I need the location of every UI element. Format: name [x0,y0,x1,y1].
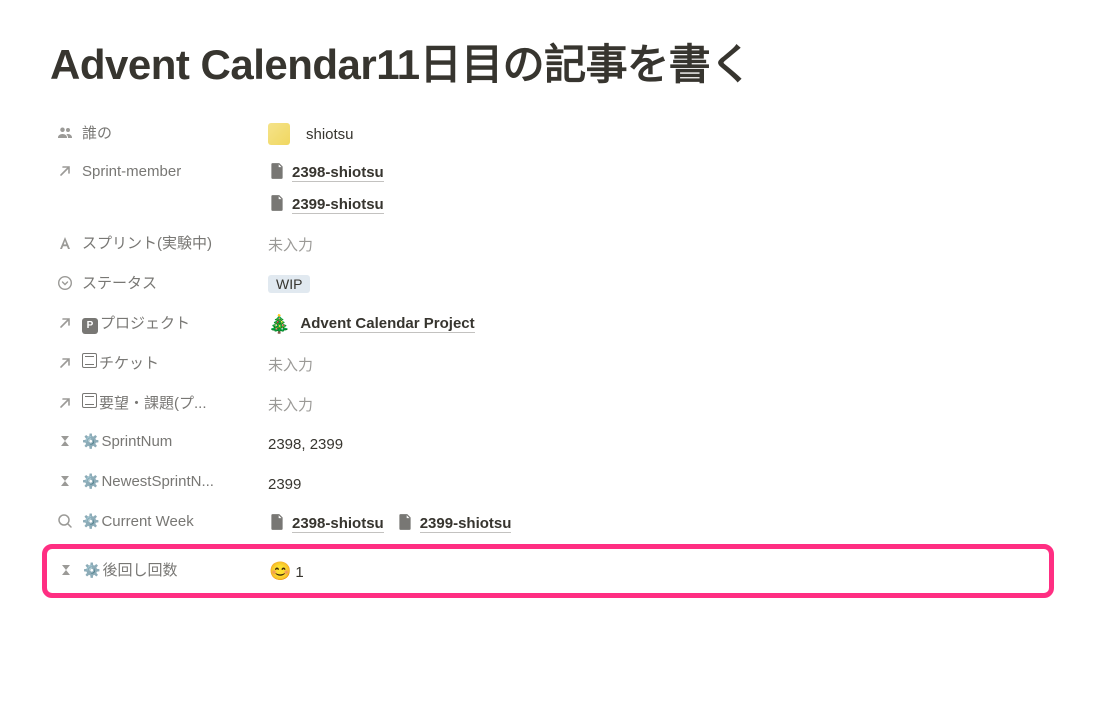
postpone-count: 1 [295,564,303,581]
page-ref-text: Advent Calendar Project [300,315,474,333]
relation-arrow-icon [56,394,74,412]
prop-row-request: 要望・課題(プ... 未入力 [50,384,1046,424]
status-badge: WIP [268,275,310,293]
prop-label-project[interactable]: Pプロジェクト [50,310,260,336]
page-icon [268,162,286,184]
page-icon [396,513,414,535]
prop-label-text: ステータス [82,272,157,293]
prop-value-sprint-member[interactable]: 2398-shiotsu 2399-shiotsu [260,160,1046,218]
prop-value-project[interactable]: 🎄 Advent Calendar Project [260,310,1046,338]
prop-value-current-week[interactable]: 2398-shiotsu 2399-shiotsu [260,510,1046,538]
properties-list: 誰の shiotsu Sprint-member 2398-shiotsu 23… [50,114,1046,598]
prop-label-status[interactable]: ステータス [50,270,260,295]
text-icon [56,234,74,252]
prop-value-ticket[interactable]: 未入力 [260,350,1046,378]
highlight-annotation: ⚙️後回し回数 😊1 [42,544,1054,598]
prop-label-text: スプリント(実験中) [82,232,212,253]
prop-row-owner: 誰の shiotsu [50,114,1046,154]
prop-label-text: Pプロジェクト [82,312,190,334]
prop-label-newest-sprint[interactable]: ⚙️NewestSprintN... [50,470,260,492]
page-icon [268,513,286,535]
page-ref-text: 2398-shiotsu [292,164,384,182]
prop-label-current-week[interactable]: ⚙️Current Week [50,510,260,532]
prop-row-sprint-member: Sprint-member 2398-shiotsu 2399-shiotsu [50,154,1046,224]
prop-value-postpone[interactable]: 😊1 [261,557,1045,585]
prop-label-text: チケット [82,352,159,373]
page-ref-text: 2399-shiotsu [292,196,384,214]
page-ref-text: 2399-shiotsu [420,515,512,533]
prop-row-sprintnum: ⚙️SprintNum 2398, 2399 [50,424,1046,464]
relation-arrow-icon [56,354,74,372]
list-icon [82,353,97,368]
rollup-icon [56,512,74,530]
tree-icon: 🎄 [268,314,290,335]
prop-label-ticket[interactable]: チケット [50,350,260,375]
prop-label-request[interactable]: 要望・課題(プ... [50,390,260,415]
relation-arrow-icon [56,162,74,180]
people-icon [56,124,74,142]
prop-label-sprint[interactable]: スプリント(実験中) [50,230,260,255]
page-icon [268,194,286,216]
gear-icon: ⚙️ [82,433,99,449]
prop-row-postpone: ⚙️後回し回数 😊1 [51,551,1045,591]
avatar [268,123,290,145]
owner-name: shiotsu [306,126,354,143]
relation-arrow-icon [56,314,74,332]
prop-value-owner[interactable]: shiotsu [260,120,1046,148]
prop-label-text: ⚙️SprintNum [82,433,172,450]
prop-label-text: 要望・課題(プ... [82,392,207,413]
page-ref[interactable]: 2399-shiotsu [396,513,512,535]
prop-value-sprintnum[interactable]: 2398, 2399 [260,430,1046,458]
formula-icon [56,472,74,490]
prop-row-current-week: ⚙️Current Week 2398-shiotsu 2399-shiotsu [50,504,1046,544]
prop-label-text: 誰の [82,122,112,143]
prop-value-request[interactable]: 未入力 [260,390,1046,418]
prop-row-status: ステータス WIP [50,264,1046,304]
page-ref[interactable]: 2399-shiotsu [268,194,384,216]
prop-label-sprintnum[interactable]: ⚙️SprintNum [50,430,260,452]
list-icon [82,393,97,408]
page-ref[interactable]: 🎄 Advent Calendar Project [268,314,475,335]
gear-icon: ⚙️ [82,513,99,529]
page-title[interactable]: Advent Calendar11日目の記事を書く [50,40,1046,90]
formula-icon [56,432,74,450]
prop-label-owner[interactable]: 誰の [50,120,260,145]
prop-row-newest-sprint: ⚙️NewestSprintN... 2399 [50,464,1046,504]
prop-label-sprint-member[interactable]: Sprint-member [50,160,260,182]
prop-label-text: Sprint-member [82,163,181,180]
page-ref[interactable]: 2398-shiotsu [268,162,384,184]
gear-icon: ⚙️ [83,562,100,578]
smile-icon: 😊 [269,561,291,581]
prop-label-text: ⚙️後回し回数 [83,559,177,580]
p-badge-icon: P [82,318,98,334]
select-icon [56,274,74,292]
prop-value-sprint[interactable]: 未入力 [260,230,1046,258]
page-ref-text: 2398-shiotsu [292,515,384,533]
formula-icon [57,561,75,579]
gear-icon: ⚙️ [82,473,99,489]
prop-label-text: ⚙️NewestSprintN... [82,473,214,490]
prop-row-sprint: スプリント(実験中) 未入力 [50,224,1046,264]
prop-row-project: Pプロジェクト 🎄 Advent Calendar Project [50,304,1046,344]
prop-value-status[interactable]: WIP [260,270,1046,298]
page-ref[interactable]: 2398-shiotsu [268,513,384,535]
prop-value-newest-sprint[interactable]: 2399 [260,470,1046,498]
prop-row-ticket: チケット 未入力 [50,344,1046,384]
prop-label-text: ⚙️Current Week [82,513,194,530]
prop-label-postpone[interactable]: ⚙️後回し回数 [51,557,261,582]
